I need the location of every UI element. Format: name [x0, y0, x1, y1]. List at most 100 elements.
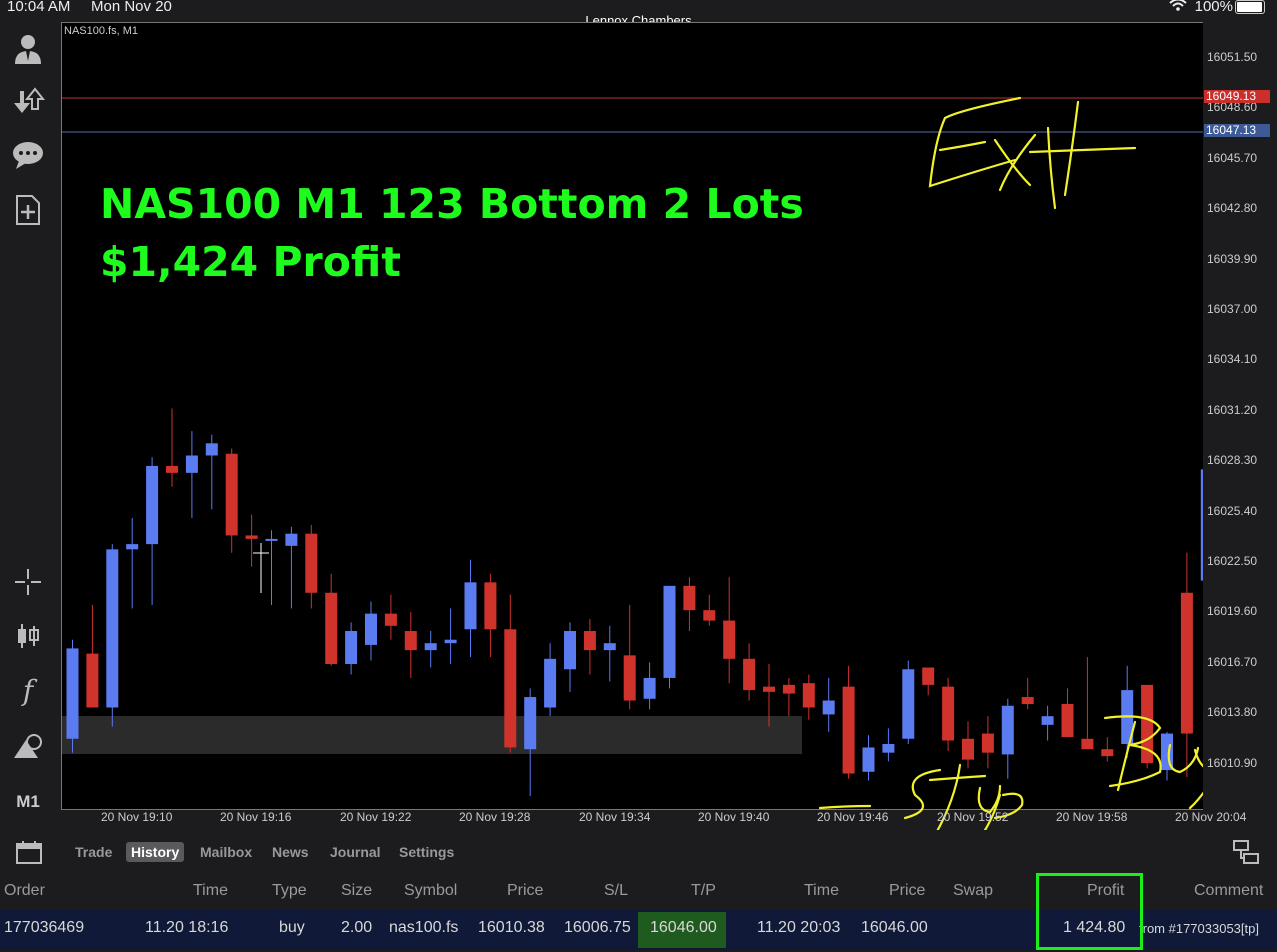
time-label: 20 Nov 19:52 [937, 810, 1009, 824]
chat-icon[interactable] [10, 137, 46, 173]
candle [583, 618, 596, 675]
candle [544, 643, 557, 717]
price-axis[interactable] [1203, 22, 1277, 812]
candle [166, 408, 178, 487]
tab-history[interactable]: History [126, 842, 185, 862]
tab-settings[interactable]: Settings [399, 844, 454, 860]
candle [205, 434, 218, 510]
bottom-tab-bar: Trade History Mailbox News Journal Settings [0, 830, 1277, 874]
column-header[interactable]: Symbol [404, 882, 457, 900]
price-label: 16042.80 [1207, 201, 1258, 216]
table-cell: buy [279, 919, 305, 936]
crosshair-icon[interactable] [10, 564, 46, 600]
current-price-tag: 16047.13 [1204, 124, 1270, 137]
column-header[interactable]: T/P [691, 882, 716, 900]
candle [444, 608, 457, 665]
tab-trade[interactable]: Trade [75, 844, 112, 860]
table-cell: from #177033053[tp] [1139, 921, 1259, 936]
crosshair-cursor-icon [253, 543, 269, 593]
price-chart[interactable] [61, 22, 1204, 810]
trade-icon[interactable] [10, 84, 46, 120]
column-header[interactable]: Price [507, 882, 543, 900]
candle [703, 594, 716, 626]
table-cell: 11.20 20:03 [757, 919, 841, 936]
candle [365, 601, 377, 661]
price-label: 16045.70 [1207, 150, 1258, 165]
tab-mailbox[interactable]: Mailbox [200, 844, 252, 860]
candle [86, 604, 99, 708]
objects-icon[interactable] [10, 728, 46, 764]
time-label: 20 Nov 19:58 [1056, 810, 1128, 824]
candle [424, 631, 437, 668]
candle [1041, 705, 1054, 741]
candle [464, 559, 477, 658]
candle [683, 577, 696, 632]
table-cell: 16046.00 [861, 919, 928, 936]
chart-type-icon[interactable] [10, 618, 46, 654]
price-label: 16037.00 [1207, 302, 1258, 316]
candle [66, 639, 79, 753]
new-order-icon[interactable] [10, 192, 46, 228]
time-label: 20 Nov 19:34 [579, 810, 651, 824]
candle [1161, 731, 1173, 781]
timeframe-button[interactable]: M1 [10, 784, 46, 820]
candle [1081, 657, 1094, 750]
layout-icon[interactable] [1233, 840, 1259, 869]
table-cell: nas100.fs [389, 919, 459, 936]
indicators-icon[interactable]: f [10, 672, 46, 708]
profit-highlight-box [1036, 873, 1143, 950]
candle [524, 688, 537, 797]
time-label: 20 Nov 19:16 [220, 810, 292, 824]
candle [1141, 684, 1154, 769]
candle [285, 526, 298, 609]
candle [146, 457, 159, 605]
candle [842, 665, 855, 779]
candle [981, 716, 994, 769]
price-label: 16025.40 [1207, 503, 1258, 518]
column-header[interactable]: Type [272, 882, 307, 900]
column-header[interactable]: S/L [604, 882, 628, 900]
column-header[interactable]: Swap [953, 882, 993, 900]
price-label: 16034.10 [1207, 352, 1258, 367]
table-cell: 16006.75 [564, 919, 631, 936]
table-cell: 11.20 18:16 [145, 919, 229, 936]
price-label: 16019.60 [1207, 604, 1258, 619]
candle [345, 622, 358, 675]
price-label: 16013.80 [1207, 705, 1258, 720]
candle [962, 721, 974, 769]
candle [564, 622, 576, 692]
price-label: 16016.70 [1207, 654, 1258, 669]
tab-journal[interactable]: Journal [330, 844, 381, 860]
column-header[interactable]: Price [889, 882, 925, 900]
candle [643, 662, 656, 710]
chart-canvas [62, 97, 1203, 797]
table-cell: 16046.00 [650, 919, 717, 936]
candle [225, 448, 238, 553]
candles [66, 408, 1203, 797]
column-header[interactable]: Time [193, 882, 228, 900]
price-label: 16031.20 [1207, 402, 1258, 417]
account-icon[interactable] [10, 30, 46, 66]
price-label: 16028.30 [1207, 453, 1258, 468]
column-header[interactable]: Time [804, 882, 839, 900]
candle [404, 611, 417, 678]
candle [1180, 552, 1193, 778]
time-label: 20 Nov 19:10 [101, 810, 173, 824]
price-label: 16051.50 [1207, 50, 1258, 64]
candle [743, 643, 756, 701]
time-label: 20 Nov 19:40 [698, 810, 770, 824]
candle [723, 577, 736, 684]
candle [623, 604, 636, 710]
candle [782, 677, 795, 717]
column-header[interactable]: Order [4, 882, 45, 900]
column-header[interactable]: Comment [1194, 882, 1263, 900]
time-label: 20 Nov 19:28 [459, 810, 531, 824]
calendar-icon[interactable] [16, 840, 42, 869]
time-label: 20 Nov 19:46 [817, 810, 889, 824]
candle [1101, 737, 1114, 762]
tab-news[interactable]: News [272, 844, 309, 860]
column-header[interactable]: Size [341, 882, 372, 900]
candle [922, 667, 935, 696]
candle [1021, 677, 1034, 710]
symbol-label: NAS100.fs, M1 [64, 25, 138, 37]
